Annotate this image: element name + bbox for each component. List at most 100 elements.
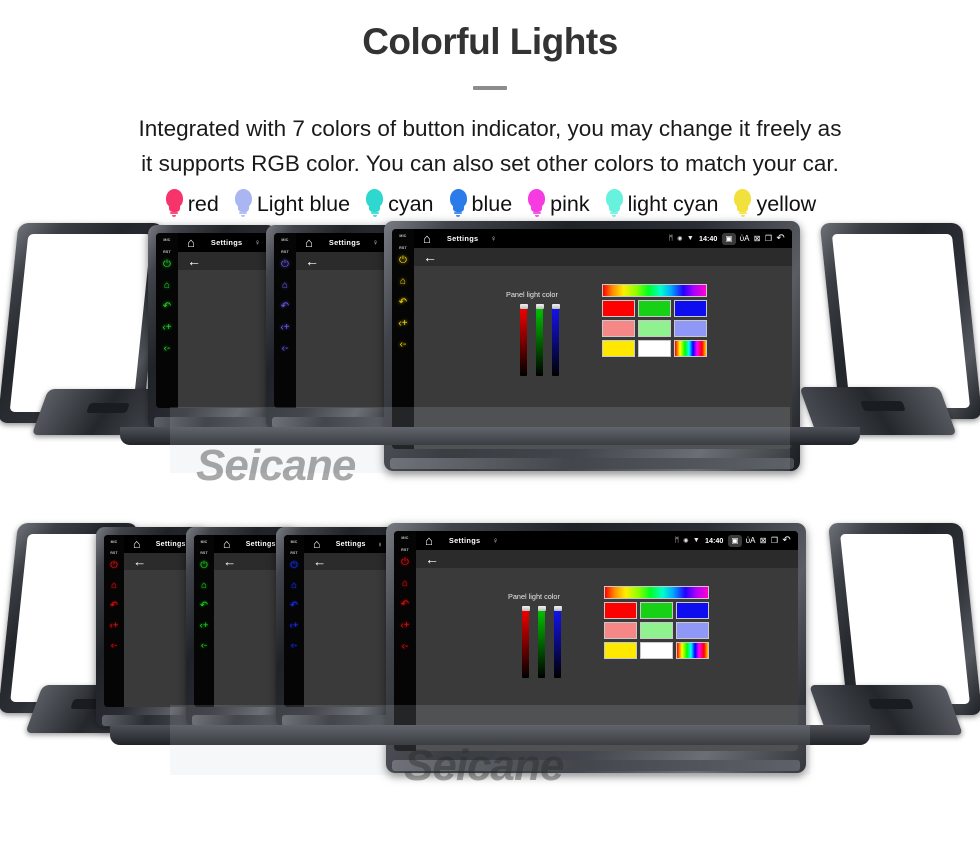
home-button-icon[interactable]: ⌂ (282, 281, 288, 291)
swatch-salmon[interactable] (604, 622, 637, 640)
home-button-icon[interactable]: ⌂ (111, 581, 117, 591)
close-icon[interactable]: ⊠ (760, 536, 767, 545)
volume-down-button-icon[interactable]: ‹- (111, 641, 117, 651)
back-arrow-button[interactable]: ← (305, 254, 319, 268)
back-arrow-button[interactable]: ← (223, 555, 236, 569)
back-button-icon[interactable]: ↶ (163, 302, 171, 312)
home-icon[interactable]: ⌂ (187, 235, 195, 250)
home-button-icon[interactable]: ⌂ (164, 281, 170, 291)
recent-apps-icon[interactable]: ❐ (771, 536, 778, 545)
back-button-icon[interactable]: ↶ (399, 298, 407, 308)
swatch-salmon[interactable] (602, 320, 635, 338)
power-button-icon[interactable]: ⏻ (110, 561, 118, 571)
swatch-yellow[interactable] (602, 340, 635, 358)
swatch-white[interactable] (640, 642, 673, 660)
volume-down-button-icon[interactable]: ‹- (400, 340, 407, 350)
mic-icon[interactable]: ♀ (377, 540, 383, 549)
power-button-icon[interactable]: ⏻ (281, 260, 289, 270)
mic-icon[interactable]: ♀ (490, 234, 496, 243)
power-button-icon[interactable]: ⏻ (401, 558, 409, 568)
home-button-icon[interactable]: ⌂ (402, 579, 408, 589)
home-button-icon[interactable]: ⌂ (201, 581, 207, 591)
back-icon[interactable]: ↶ (776, 233, 784, 244)
volume-up-button-icon[interactable]: ‹+ (400, 621, 409, 631)
back-button-icon[interactable]: ↶ (281, 302, 289, 312)
swatch-light-green[interactable] (638, 320, 671, 338)
volume-up-button-icon[interactable]: ‹+ (398, 319, 407, 329)
swatch-red[interactable] (602, 300, 635, 318)
home-icon[interactable]: ⌂ (425, 533, 433, 548)
touchscreen[interactable]: MIC RST ⏻ ⌂ ↶ ‹+ ‹- ⌂ Settings ♀ ᛗ ◉ ▼ 14:40 ▣ ὐA ⊠ ❐ ↶ ← Pa… (394, 531, 798, 752)
recent-apps-icon[interactable]: ❐ (765, 234, 772, 243)
volume-down-button-icon[interactable]: ‹- (291, 641, 297, 651)
mic-icon[interactable]: ♀ (254, 238, 260, 247)
volume-up-button-icon[interactable]: ‹+ (290, 621, 299, 631)
swatch-yellow[interactable] (604, 642, 637, 660)
back-arrow-button[interactable]: ← (423, 250, 437, 264)
red-slider-knob[interactable] (519, 304, 528, 310)
close-icon[interactable]: ⊠ (754, 234, 761, 243)
swatch-rainbow[interactable] (602, 284, 707, 298)
blue-slider[interactable] (551, 304, 560, 377)
mic-icon[interactable]: ♀ (492, 536, 498, 545)
red-slider[interactable] (519, 304, 528, 377)
red-slider-knob[interactable] (521, 606, 530, 612)
camera-icon[interactable]: ▣ (722, 232, 736, 245)
volume-down-button-icon[interactable]: ‹- (402, 642, 409, 652)
touchscreen[interactable]: MIC RST ⏻ ⌂ ↶ ‹+ ‹- ⌂ Settings ♀ ᛗ ◉ ▼ 14:40 ▣ ὐA ⊠ ❐ ↶ ← Pa… (392, 229, 792, 450)
swatch-rainbow[interactable] (604, 586, 709, 600)
touchscreen[interactable]: MICRST⏻⌂↶‹+‹-⌂Settings♀← (193, 535, 289, 707)
home-button-icon[interactable]: ⌂ (400, 277, 406, 287)
back-button-icon[interactable]: ↶ (110, 601, 118, 611)
power-button-icon[interactable]: ⏻ (290, 561, 298, 571)
volume-up-button-icon[interactable]: ‹+ (280, 323, 289, 333)
swatch-periwinkle[interactable] (676, 622, 709, 640)
swatch-blue[interactable] (676, 602, 709, 620)
swatch-green[interactable] (638, 300, 671, 318)
green-slider-knob[interactable] (535, 304, 544, 310)
camera-icon[interactable]: ▣ (728, 534, 742, 547)
home-icon[interactable]: ⌂ (133, 537, 140, 551)
power-button-icon[interactable]: ⏻ (163, 260, 171, 270)
back-arrow-button[interactable]: ← (313, 555, 326, 569)
mic-icon[interactable]: ♀ (372, 238, 378, 247)
back-arrow-button[interactable]: ← (133, 555, 146, 569)
back-button-icon[interactable]: ↶ (290, 601, 298, 611)
swatch-blue[interactable] (674, 300, 707, 318)
swatch-spectrum[interactable] (676, 642, 709, 660)
touchscreen[interactable]: MICRST⏻⌂↶‹+‹-⌂Settings♀← (283, 535, 389, 707)
home-button-icon[interactable]: ⌂ (291, 581, 297, 591)
volume-up-button-icon[interactable]: ‹+ (110, 621, 119, 631)
swatch-spectrum[interactable] (674, 340, 707, 358)
green-slider[interactable] (535, 304, 544, 377)
swatch-light-green[interactable] (640, 622, 673, 640)
swatch-periwinkle[interactable] (674, 320, 707, 338)
home-icon[interactable]: ⌂ (305, 235, 313, 250)
touchscreen[interactable]: MICRST⏻⌂↶‹+‹-⌂Settings♀← (103, 535, 199, 707)
red-slider[interactable] (521, 606, 530, 679)
volume-down-button-icon[interactable]: ‹- (164, 344, 171, 354)
back-arrow-button[interactable]: ← (425, 552, 439, 566)
home-icon[interactable]: ⌂ (223, 537, 230, 551)
back-icon[interactable]: ↶ (782, 535, 790, 546)
swatch-red[interactable] (604, 602, 637, 620)
home-icon[interactable]: ⌂ (423, 231, 431, 246)
back-arrow-button[interactable]: ← (187, 254, 201, 268)
touchscreen[interactable]: MICRST⏻⌂↶‹+‹-⌂Settings♀← (274, 233, 386, 409)
blue-slider[interactable] (553, 606, 562, 679)
green-slider[interactable] (537, 606, 546, 679)
volume-icon[interactable]: ὐA (740, 234, 750, 243)
volume-up-button-icon[interactable]: ‹+ (200, 621, 209, 631)
volume-down-button-icon[interactable]: ‹- (282, 344, 289, 354)
swatch-green[interactable] (640, 602, 673, 620)
green-slider-knob[interactable] (537, 606, 546, 612)
volume-icon[interactable]: ὐA (746, 536, 756, 545)
back-button-icon[interactable]: ↶ (401, 600, 409, 610)
touchscreen[interactable]: MICRST⏻⌂↶‹+‹-⌂Settings♀← (156, 233, 268, 409)
power-button-icon[interactable]: ⏻ (200, 561, 208, 571)
swatch-white[interactable] (638, 340, 671, 358)
back-button-icon[interactable]: ↶ (200, 601, 208, 611)
power-button-icon[interactable]: ⏻ (399, 256, 407, 266)
volume-up-button-icon[interactable]: ‹+ (162, 323, 171, 333)
home-icon[interactable]: ⌂ (313, 537, 320, 551)
